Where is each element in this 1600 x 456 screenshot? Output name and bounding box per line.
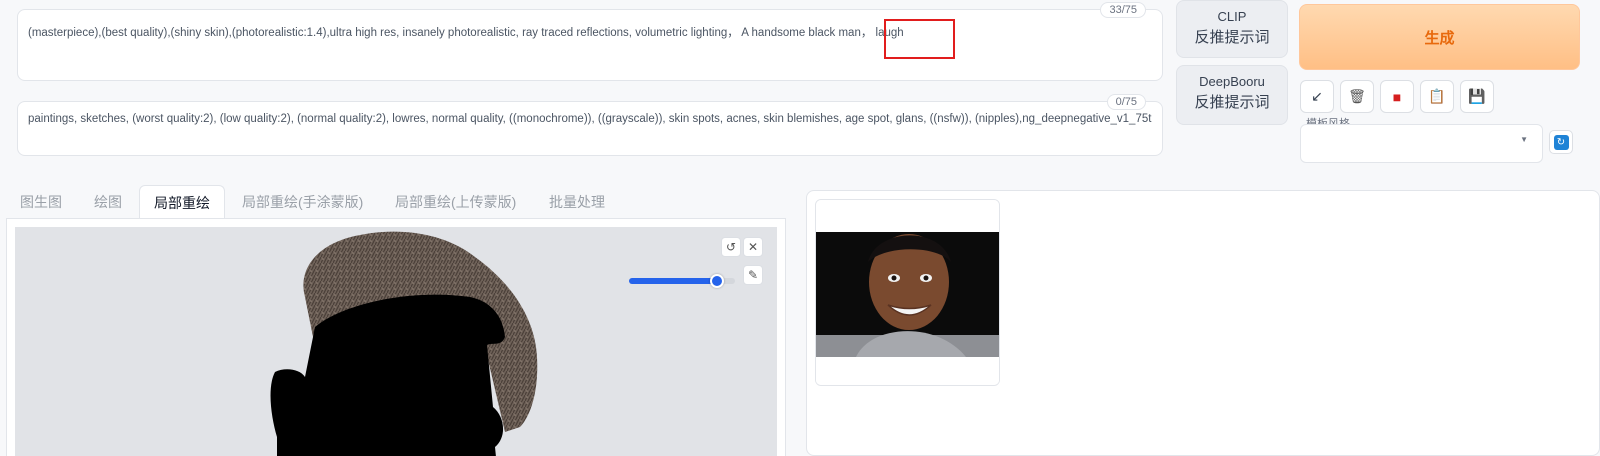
close-icon: ✕ (747, 240, 759, 254)
tab-img2img[interactable]: 图生图 (20, 185, 62, 219)
negative-token-counter: 0/75 (1106, 94, 1146, 110)
clear-canvas-button[interactable]: ✕ (743, 237, 763, 257)
trash-icon: 🗑 (1348, 88, 1366, 104)
brush-size-slider[interactable] (629, 274, 735, 288)
save-icon: 💾 (1468, 88, 1486, 104)
show-extra-networks-button[interactable]: ■ (1380, 80, 1414, 113)
negative-prompt-text: paintings, sketches, (worst quality:2), … (28, 113, 1152, 125)
positive-prompt-text: (masterpiece),(best quality),(shiny skin… (28, 27, 904, 39)
generate-button[interactable]: 生成 (1299, 4, 1580, 70)
style-dropdown[interactable]: ▼ (1300, 124, 1543, 163)
tab-batch[interactable]: 批量处理 (549, 185, 605, 219)
tab-sketch[interactable]: 绘图 (94, 185, 122, 219)
arrow-icon: ↙ (1311, 88, 1323, 104)
deepbooru-interrogate-button[interactable]: DeepBooru 反推提示词 (1176, 65, 1288, 125)
tab-inpaint[interactable]: 局部重绘 (139, 185, 225, 219)
deepbooru-subtitle: 反推提示词 (1194, 94, 1270, 111)
positive-token-counter: 33/75 (1100, 2, 1146, 18)
tab-inpaint-sketch[interactable]: 局部重绘(手涂蒙版) (242, 185, 363, 219)
highlight-box (884, 19, 955, 59)
brush-icon: ✎ (747, 268, 759, 282)
tab-inpaint-upload[interactable]: 局部重绘(上传蒙版) (395, 185, 516, 219)
masked-head-image (270, 231, 538, 456)
deepbooru-title: DeepBooru (1199, 74, 1265, 89)
slider-thumb[interactable] (709, 274, 724, 288)
positive-prompt-input[interactable]: (masterpiece),(best quality),(shiny skin… (17, 2, 1163, 81)
undo-button[interactable]: ↺ (721, 237, 741, 257)
apply-style-button[interactable]: 📋 (1420, 80, 1454, 113)
result-thumbnail[interactable] (815, 199, 1000, 386)
refresh-styles-button[interactable]: ↻ (1549, 130, 1573, 154)
apply-params-button[interactable]: ↙ (1300, 80, 1334, 113)
inpaint-canvas[interactable]: ↺ ✕ ✎ (15, 227, 777, 456)
undo-icon: ↺ (725, 240, 737, 254)
clip-subtitle: 反推提示词 (1194, 29, 1270, 46)
save-style-button[interactable]: 💾 (1460, 80, 1494, 113)
brush-color-button[interactable]: ✎ (743, 265, 763, 285)
clip-title: CLIP (1217, 9, 1247, 24)
output-gallery (806, 190, 1600, 456)
refresh-icon: ↻ (1553, 134, 1569, 150)
clip-interrogate-button[interactable]: CLIP 反推提示词 (1176, 0, 1288, 58)
negative-prompt-input[interactable]: paintings, sketches, (worst quality:2), … (17, 94, 1163, 156)
clear-prompt-button[interactable]: 🗑 (1340, 80, 1374, 113)
chevron-down-icon: ▼ (1520, 135, 1528, 144)
inpaint-panel: ↺ ✕ ✎ (6, 218, 786, 456)
red-card-icon: ■ (1392, 88, 1402, 105)
clipboard-icon: 📋 (1428, 88, 1446, 104)
result-image (816, 200, 999, 385)
slider-fill (629, 278, 717, 284)
